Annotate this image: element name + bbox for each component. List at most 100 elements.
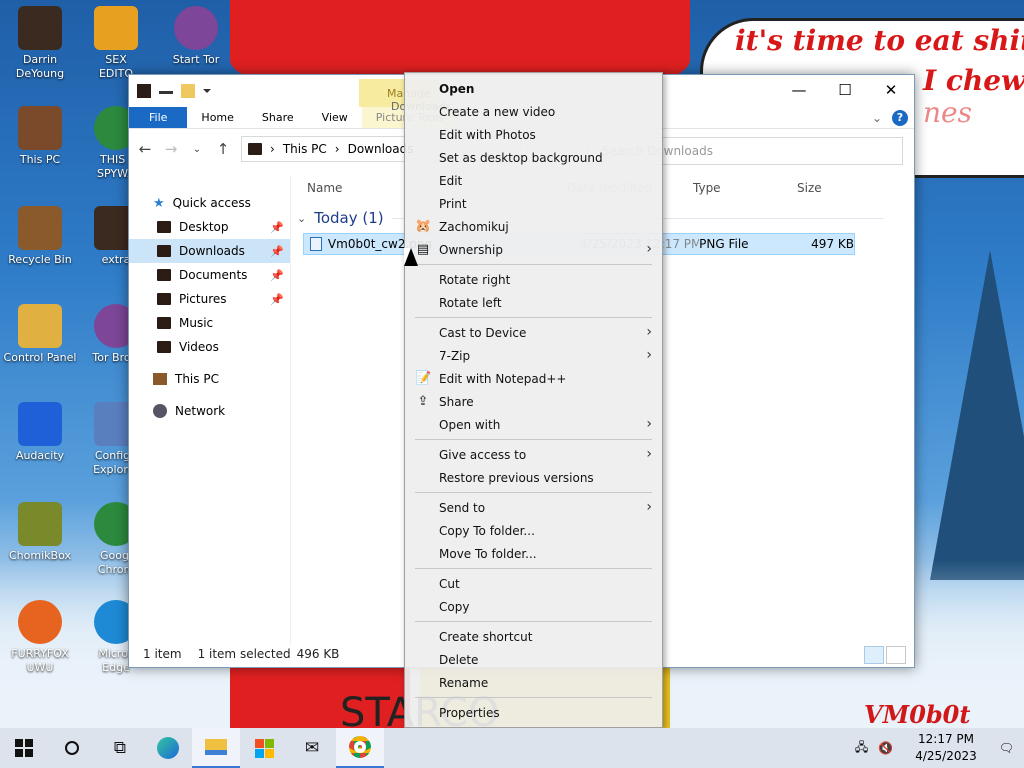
menu-item-print[interactable]: Print <box>405 192 662 215</box>
taskbar-file-explorer[interactable] <box>192 728 240 768</box>
desktop-icon[interactable]: ChomikBox <box>2 502 78 563</box>
column-size[interactable]: Size <box>797 181 822 195</box>
menu-item-move-to-folder[interactable]: Move To folder... <box>405 542 662 565</box>
menu-item-share[interactable]: ⇪ Share <box>405 390 662 413</box>
nav-item-documents[interactable]: Documents 📌 <box>129 263 290 287</box>
tab-share[interactable]: Share <box>248 107 308 128</box>
details-view-icon[interactable] <box>864 646 884 664</box>
tab-file[interactable]: File <box>129 107 188 128</box>
menu-item-cut[interactable]: Cut <box>405 572 662 595</box>
desktop-icon-label: Control Panel <box>3 351 77 364</box>
desktop-icon[interactable]: Start Tor <box>158 6 234 67</box>
tab-view[interactable]: View <box>308 107 362 128</box>
menu-item-properties[interactable]: Properties <box>405 701 662 724</box>
desktop-icon[interactable]: Audacity <box>2 402 78 463</box>
menu-item-send-to[interactable]: Send to › <box>405 496 662 519</box>
nav-item-downloads[interactable]: Downloads 📌 <box>129 239 290 263</box>
clock-date: 4/25/2023 <box>915 749 977 763</box>
share-icon: ⇪ <box>417 394 429 409</box>
pin-icon[interactable]: 📌 <box>270 293 284 306</box>
pin-icon[interactable]: 📌 <box>270 221 284 234</box>
clock[interactable]: 12:17 PM 4/25/2023 <box>915 731 977 765</box>
volume-muted-icon[interactable]: 🔇 <box>878 741 893 755</box>
menu-item-ownership[interactable]: ▤ Ownership › <box>405 238 662 261</box>
network-icon[interactable]: 🖧 <box>855 738 868 759</box>
menu-separator <box>415 568 652 569</box>
search-button[interactable] <box>48 728 96 768</box>
menu-item-delete[interactable]: Delete <box>405 648 662 671</box>
desktop-icon[interactable]: SEX EDITO <box>78 6 154 81</box>
menu-item-edit-with-notepad[interactable]: 📝 Edit with Notepad++ <box>405 367 662 390</box>
nav-quick-access[interactable]: ★ Quick access <box>129 191 290 215</box>
large-icons-view-icon[interactable] <box>886 646 906 664</box>
properties-icon[interactable] <box>159 88 173 94</box>
edge-icon <box>157 737 179 759</box>
menu-item-give-access-to[interactable]: Give access to › <box>405 443 662 466</box>
new-folder-icon[interactable] <box>181 84 195 98</box>
network-icon <box>153 404 167 418</box>
menu-item-open-with[interactable]: Open with › <box>405 413 662 436</box>
nav-item-videos[interactable]: Videos <box>129 335 290 359</box>
desktop-icon[interactable]: Darrin DeYoung <box>2 6 78 81</box>
menu-item-cast-to-device[interactable]: Cast to Device › <box>405 321 662 344</box>
menu-item-edit-with-photos[interactable]: Edit with Photos <box>405 123 662 146</box>
taskbar-mail[interactable]: ✉ <box>288 728 336 768</box>
menu-item-copy-to-folder[interactable]: Copy To folder... <box>405 519 662 542</box>
file-type: PNG File <box>699 237 749 251</box>
status-item-count: 1 item <box>143 647 182 661</box>
up-arrow-icon[interactable]: ↑ <box>215 140 231 158</box>
task-view-button[interactable]: ⧉ <box>96 728 144 768</box>
nav-network[interactable]: Network <box>129 399 290 423</box>
menu-item-copy[interactable]: Copy <box>405 595 662 618</box>
menu-item-rename[interactable]: Rename <box>405 671 662 694</box>
maximize-button[interactable]: ☐ <box>822 75 868 105</box>
desktop-icon[interactable]: This PC <box>2 106 78 167</box>
menu-item-rotate-left[interactable]: Rotate left <box>405 291 662 314</box>
pin-icon[interactable]: 📌 <box>270 245 284 258</box>
menu-item-label: Restore previous versions <box>439 470 594 485</box>
image-file-icon <box>310 237 322 251</box>
collapse-chevron-icon[interactable]: ⌄ <box>297 212 306 225</box>
nav-item-pictures[interactable]: Pictures 📌 <box>129 287 290 311</box>
expand-ribbon-icon[interactable]: ⌄ <box>872 111 882 125</box>
nav-item-desktop[interactable]: Desktop 📌 <box>129 215 290 239</box>
minimize-button[interactable]: — <box>776 75 822 105</box>
menu-item-rotate-right[interactable]: Rotate right <box>405 268 662 291</box>
menu-item-create-shortcut[interactable]: Create shortcut <box>405 625 662 648</box>
folder-icon <box>157 341 171 353</box>
start-button[interactable] <box>0 728 48 768</box>
menu-item-label: Print <box>439 196 467 211</box>
menu-item-label: Share <box>439 394 474 409</box>
menu-item-label: Edit with Photos <box>439 127 536 142</box>
menu-item-zachomikuj[interactable]: 🐹 Zachomikuj <box>405 215 662 238</box>
taskbar-edge[interactable] <box>144 728 192 768</box>
tab-home[interactable]: Home <box>187 107 247 128</box>
menu-item-label: Delete <box>439 652 479 667</box>
menu-item-edit[interactable]: Edit <box>405 169 662 192</box>
customize-toolbar-icon[interactable] <box>203 89 211 93</box>
menu-item-set-as-desktop-background[interactable]: Set as desktop background <box>405 146 662 169</box>
menu-item-7-zip[interactable]: 7-Zip › <box>405 344 662 367</box>
taskbar-store[interactable] <box>240 728 288 768</box>
desktop-icon[interactable]: Control Panel <box>2 304 78 365</box>
recent-locations-chevron-icon[interactable]: ⌄ <box>189 144 205 155</box>
nav-item-music[interactable]: Music <box>129 311 290 335</box>
menu-item-create-a-new-video[interactable]: Create a new video <box>405 100 662 123</box>
desktop-icon[interactable]: Recycle Bin <box>2 206 78 267</box>
pin-icon[interactable]: 📌 <box>270 269 284 282</box>
computer-icon <box>18 106 62 150</box>
store-icon <box>254 738 274 758</box>
back-arrow-icon[interactable]: ← <box>137 140 153 158</box>
nav-this-pc[interactable]: This PC <box>129 367 290 391</box>
desktop-icon[interactable]: FURRYFOX UWU <box>2 600 78 675</box>
help-icon[interactable]: ? <box>892 109 908 126</box>
menu-item-open[interactable]: Open <box>405 77 662 100</box>
notifications-icon[interactable]: 🗨 <box>999 741 1014 755</box>
breadcrumb-this-pc[interactable]: This PC <box>283 142 327 156</box>
menu-item-restore-previous-versions[interactable]: Restore previous versions <box>405 466 662 489</box>
column-type[interactable]: Type <box>693 181 797 195</box>
forward-arrow-icon[interactable]: → <box>163 140 179 158</box>
status-size: 496 KB <box>296 647 340 661</box>
taskbar-chrome[interactable] <box>336 728 384 768</box>
close-button[interactable]: ✕ <box>868 75 914 105</box>
